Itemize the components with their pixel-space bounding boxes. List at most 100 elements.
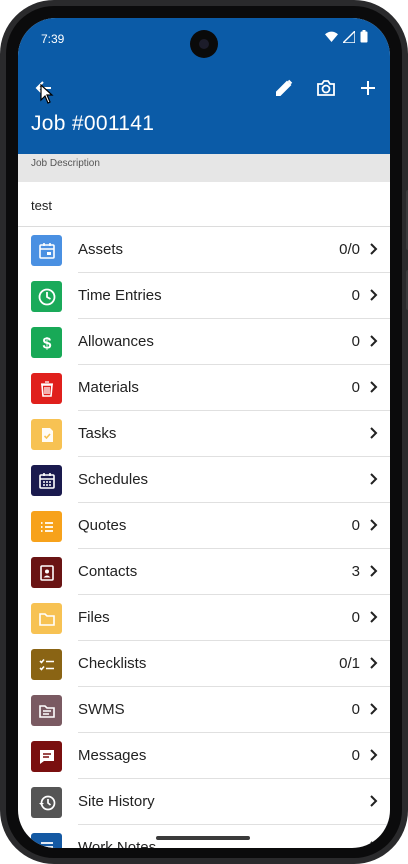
list-item-tasks[interactable]: Tasks [18,411,390,457]
list-item-count: 0 [351,609,360,626]
description-value[interactable]: test [31,198,52,213]
chevron-right-icon [366,472,380,486]
file-icon-tile [31,695,62,726]
folder-icon [38,612,55,626]
signal-icon [343,30,355,43]
chevron-right-icon [366,794,380,808]
contact-icon-tile [31,557,62,588]
history-icon-tile [31,787,62,818]
calendar-icon-tile [31,235,62,266]
camera-button[interactable] [312,74,340,102]
chevron-right-icon [366,656,380,670]
list-item-files[interactable]: Files 0 [18,595,390,641]
message-icon-tile [31,741,62,772]
camera-icon [317,80,335,96]
job-sections-list: Assets 0/0 Time Entries 0 $ Allowances 0 Materi… [18,227,390,848]
list-item-contacts[interactable]: Contacts 3 [18,549,390,595]
clock-icon-tile [31,281,62,312]
list-item-site-history[interactable]: Site History [18,779,390,825]
chevron-right-icon [366,840,380,848]
list-item-quotes[interactable]: Quotes 0 [18,503,390,549]
list-item-label: Time Entries [78,287,162,304]
list-icon-tile [31,511,62,542]
list-item-count: 3 [351,563,360,580]
home-indicator[interactable] [156,836,250,840]
list-item-time-entries[interactable]: Time Entries 0 [18,273,390,319]
list-item-label: Work Notes [78,839,157,848]
list-item-count: 0 [351,701,360,718]
clock-icon [38,288,55,305]
list-icon [40,521,53,532]
list-item-label: Quotes [78,517,127,534]
dollar-icon-tile: $ [31,327,62,358]
checklist-icon [38,658,54,671]
list-item-label: Schedules [78,471,149,488]
chevron-right-icon [366,426,380,440]
list-item-label: Checklists [78,655,147,672]
list-item-label: Files [78,609,110,626]
message-icon [39,749,54,764]
contact-icon [39,564,54,581]
note-icon [40,841,53,848]
history-icon [38,795,55,810]
calendar-grid-icon-tile [31,465,62,496]
file-icon [38,704,55,718]
note-icon-tile [31,833,62,848]
chevron-right-icon [366,334,380,348]
chevron-right-icon [366,610,380,624]
chevron-right-icon [366,380,380,394]
dollar-icon: $ [42,335,51,352]
list-item-assets[interactable]: Assets 0/0 [18,227,390,273]
list-item-count: 0 [351,333,360,350]
status-time: 7:39 [41,32,65,46]
list-item-count: 0/0 [339,241,360,258]
list-item-checklists[interactable]: Checklists 0/1 [18,641,390,687]
list-item-label: Tasks [78,425,117,442]
pencil-icon [276,79,293,96]
calendar-grid-icon [38,472,55,489]
front-camera [190,30,218,58]
chevron-right-icon [366,564,380,578]
task-icon [41,427,53,442]
svg-text:$: $ [42,335,51,352]
checklist-icon-tile [31,649,62,680]
list-item-count: 0 [351,379,360,396]
list-item-label: Contacts [78,563,138,580]
chevron-right-icon [366,518,380,532]
chevron-right-icon [366,288,380,302]
list-item-label: Allowances [78,333,154,350]
list-item-allowances[interactable]: $ Allowances 0 [18,319,390,365]
page-title: Job #001141 [31,112,155,135]
list-item-count: 0 [351,517,360,534]
list-item-label: Assets [78,241,124,258]
list-item-label: Messages [78,747,147,764]
list-item-schedules[interactable]: Schedules [18,457,390,503]
description-label: Job Description [31,158,100,169]
app-bar: 7:39 Job #001141 [18,18,390,154]
trash-icon-tile [31,373,62,404]
list-item-count: 0 [351,287,360,304]
list-item-materials[interactable]: Materials 0 [18,365,390,411]
phone-frame: 7:39 Job #001141 Job Description test As… [0,0,408,864]
battery-icon [360,30,368,43]
list-item-label: Materials [78,379,139,396]
chevron-right-icon [366,242,380,256]
chevron-right-icon [366,748,380,762]
plus-icon [361,81,375,95]
list-item-messages[interactable]: Messages 0 [18,733,390,779]
task-icon-tile [31,419,62,450]
mouse-cursor-icon [40,84,54,104]
description-header: Job Description [18,154,390,182]
list-item-label: SWMS [78,701,125,718]
list-item-count: 0 [351,747,360,764]
calendar-icon [38,242,55,259]
list-item-label: Site History [78,793,155,810]
folder-icon-tile [31,603,62,634]
add-button[interactable] [354,74,382,102]
list-item-swms[interactable]: SWMS 0 [18,687,390,733]
chevron-right-icon [366,702,380,716]
list-item-count: 0/1 [339,655,360,672]
edit-button[interactable] [270,74,298,102]
status-icons [325,30,368,43]
trash-icon [40,380,53,397]
